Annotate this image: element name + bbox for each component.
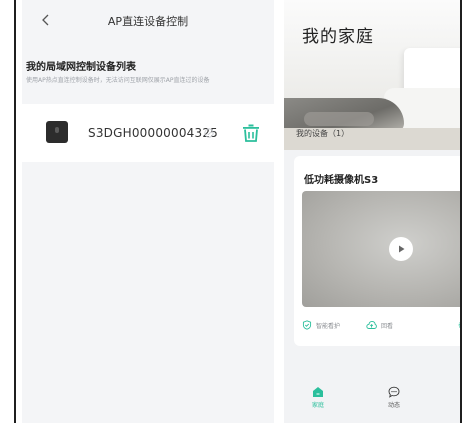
check-circle-icon [204,128,214,138]
cloud-upload-icon [366,320,377,329]
home-hero-image: 我的家庭 我的设备（1） [284,0,460,150]
tab-home[interactable]: 家庭 [298,386,338,409]
playback-button[interactable]: 回看 [366,320,393,330]
tab-activity[interactable]: 动态 [374,386,414,409]
ap-control-screen: AP直连设备控制 我的局域网控制设备列表 使用AP热点直连控制设备时，无法访问互… [22,0,274,423]
play-button[interactable] [389,237,413,261]
page-title: AP直连设备控制 [107,15,189,28]
device-list-item[interactable]: S3DGH00000004325 [22,104,274,162]
camera-device-thumbnail [46,121,68,143]
smart-care-button[interactable]: 智能看护 [302,320,340,330]
camera-card[interactable]: 低功耗摄像机S3 智能看护 回看 [294,156,460,346]
my-devices-label: 我的设备（1） [296,129,350,138]
home-icon [313,387,323,397]
device-name: S3DGH00000004325 [88,126,218,140]
chat-bubble-icon [388,386,400,398]
smart-care-label: 智能看护 [316,322,341,330]
playback-label: 回看 [381,322,394,330]
section-description: 使用AP热点直连控制设备时，无法访问互联网仅展示AP直连过的设备 [26,77,210,84]
device-list-section: 我的局域网控制设备列表 使用AP热点直连控制设备时，无法访问互联网仅展示AP直连… [22,40,274,102]
trash-icon[interactable] [240,122,262,144]
camera-actions: 智能看护 回看 [294,316,460,336]
camera-name: 低功耗摄像机S3 [304,175,379,186]
shield-check-icon [302,320,312,330]
camera-preview[interactable] [302,191,460,307]
ap-header: AP直连设备控制 [22,0,274,40]
left-border [14,0,16,423]
blanket-fold-image [304,112,374,126]
bottom-tab-bar: 家庭 动态 [284,378,460,423]
tab-activity-label: 动态 [387,402,400,409]
home-screen: 我的家庭 我的设备（1） 低功耗摄像机S3 智能看护 回看 家庭 动态 [284,0,460,423]
tab-home-label: 家庭 [311,402,324,409]
settings-icon [458,321,460,329]
camera-settings-button[interactable] [458,320,460,330]
home-title: 我的家庭 [302,27,374,47]
play-icon [399,245,405,253]
section-heading: 我的局域网控制设备列表 [26,62,136,73]
right-border [460,0,462,423]
